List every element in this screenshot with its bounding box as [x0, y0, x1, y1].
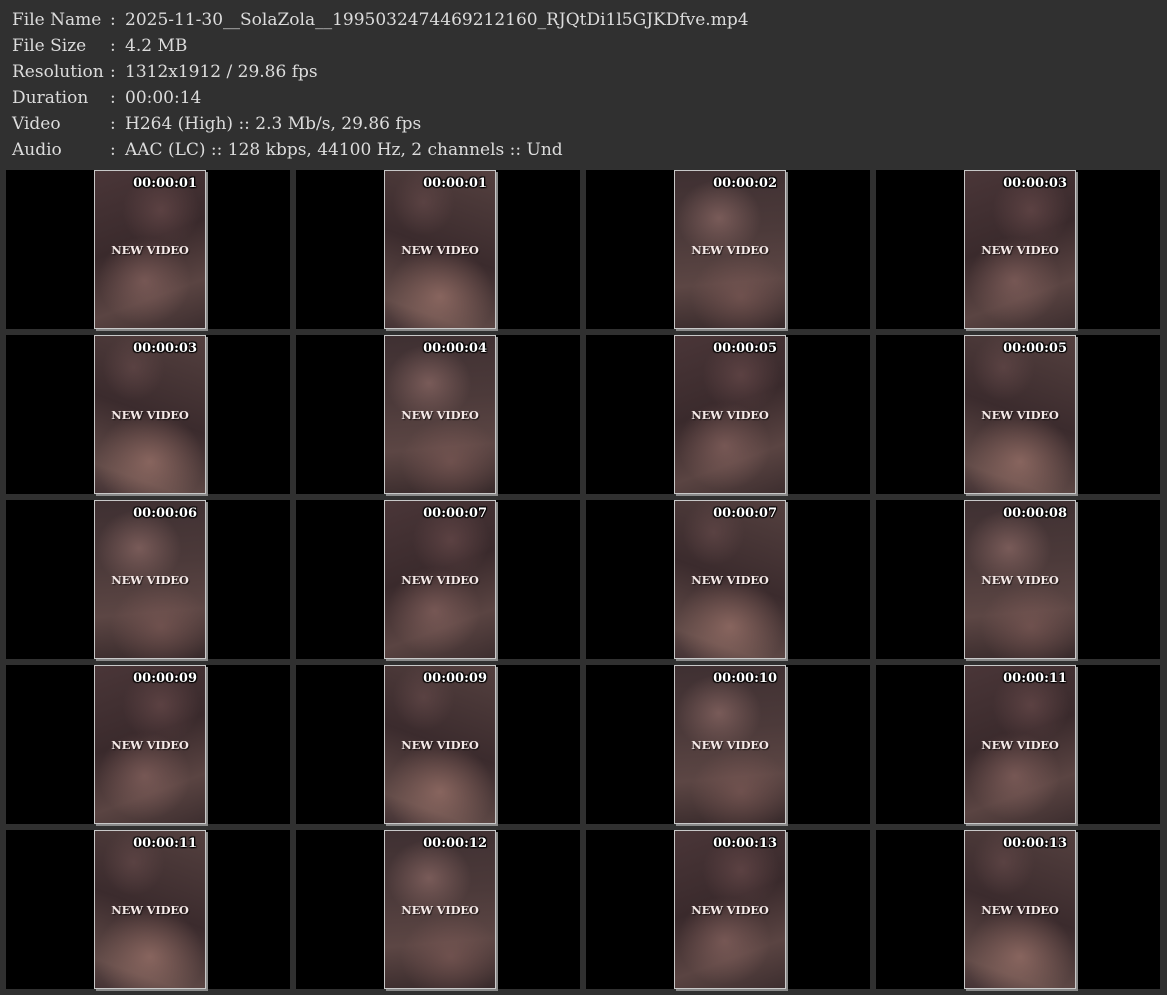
thumbnail-cell: 00:00:06 NEW VIDEO	[6, 500, 290, 659]
frame-timestamp: 00:00:11	[1003, 671, 1067, 686]
frame-timestamp: 00:00:10	[713, 671, 777, 686]
video-frame-thumbnail: 00:00:09 NEW VIDEO	[384, 665, 496, 824]
video-frame-thumbnail: 00:00:07 NEW VIDEO	[384, 500, 496, 659]
video-frame-thumbnail: 00:00:03 NEW VIDEO	[94, 335, 206, 494]
thumbnail-cell: 00:00:04 NEW VIDEO	[296, 335, 580, 494]
video-frame-thumbnail: 00:00:13 NEW VIDEO	[674, 830, 786, 989]
watermark-text: NEW VIDEO	[981, 243, 1059, 257]
thumbnail-cell: 00:00:09 NEW VIDEO	[296, 665, 580, 824]
video-frame-thumbnail: 00:00:04 NEW VIDEO	[384, 335, 496, 494]
thumbnail-cell: 00:00:03 NEW VIDEO	[876, 170, 1160, 329]
frame-timestamp: 00:00:07	[713, 506, 777, 521]
watermark-text: NEW VIDEO	[111, 243, 189, 257]
video-frame-thumbnail: 00:00:01 NEW VIDEO	[94, 170, 206, 329]
frame-timestamp: 00:00:08	[1003, 506, 1067, 521]
watermark-text: NEW VIDEO	[691, 573, 769, 587]
frame-timestamp: 00:00:09	[133, 671, 197, 686]
video-frame-thumbnail: 00:00:08 NEW VIDEO	[964, 500, 1076, 659]
video-frame-thumbnail: 00:00:05 NEW VIDEO	[964, 335, 1076, 494]
watermark-text: NEW VIDEO	[691, 243, 769, 257]
watermark-text: NEW VIDEO	[401, 738, 479, 752]
video-frame-thumbnail: 00:00:02 NEW VIDEO	[674, 170, 786, 329]
video-frame-thumbnail: 00:00:07 NEW VIDEO	[674, 500, 786, 659]
watermark-text: NEW VIDEO	[111, 903, 189, 917]
watermark-text: NEW VIDEO	[111, 573, 189, 587]
video-frame-thumbnail: 00:00:12 NEW VIDEO	[384, 830, 496, 989]
frame-timestamp: 00:00:13	[1003, 836, 1067, 851]
frame-timestamp: 00:00:13	[713, 836, 777, 851]
thumbnail-cell: 00:00:07 NEW VIDEO	[296, 500, 580, 659]
thumbnail-cell: 00:00:11 NEW VIDEO	[6, 830, 290, 989]
frame-timestamp: 00:00:04	[423, 341, 487, 356]
watermark-text: NEW VIDEO	[691, 903, 769, 917]
thumbnail-cell: 00:00:01 NEW VIDEO	[6, 170, 290, 329]
video-frame-thumbnail: 00:00:05 NEW VIDEO	[674, 335, 786, 494]
watermark-text: NEW VIDEO	[401, 903, 479, 917]
thumbnail-grid: 00:00:01 NEW VIDEO 00:00:01 NEW VIDEO 00:00:…	[0, 0, 1167, 995]
watermark-text: NEW VIDEO	[981, 738, 1059, 752]
thumbnail-cell: 00:00:12 NEW VIDEO	[296, 830, 580, 989]
frame-timestamp: 00:00:05	[713, 341, 777, 356]
thumbnail-cell: 00:00:13 NEW VIDEO	[876, 830, 1160, 989]
watermark-text: NEW VIDEO	[691, 408, 769, 422]
frame-timestamp: 00:00:01	[133, 176, 197, 191]
watermark-text: NEW VIDEO	[111, 408, 189, 422]
video-frame-thumbnail: 00:00:03 NEW VIDEO	[964, 170, 1076, 329]
thumbnail-cell: 00:00:09 NEW VIDEO	[6, 665, 290, 824]
frame-timestamp: 00:00:05	[1003, 341, 1067, 356]
thumbnail-cell: 00:00:05 NEW VIDEO	[876, 335, 1160, 494]
frame-timestamp: 00:00:07	[423, 506, 487, 521]
frame-timestamp: 00:00:03	[1003, 176, 1067, 191]
thumbnail-cell: 00:00:10 NEW VIDEO	[586, 665, 870, 824]
watermark-text: NEW VIDEO	[981, 573, 1059, 587]
watermark-text: NEW VIDEO	[981, 903, 1059, 917]
thumbnail-cell: 00:00:05 NEW VIDEO	[586, 335, 870, 494]
frame-timestamp: 00:00:09	[423, 671, 487, 686]
frame-timestamp: 00:00:01	[423, 176, 487, 191]
watermark-text: NEW VIDEO	[401, 573, 479, 587]
frame-timestamp: 00:00:11	[133, 836, 197, 851]
video-frame-thumbnail: 00:00:11 NEW VIDEO	[964, 665, 1076, 824]
thumbnail-cell: 00:00:13 NEW VIDEO	[586, 830, 870, 989]
frame-timestamp: 00:00:02	[713, 176, 777, 191]
watermark-text: NEW VIDEO	[981, 408, 1059, 422]
thumbnail-cell: 00:00:07 NEW VIDEO	[586, 500, 870, 659]
video-frame-thumbnail: 00:00:13 NEW VIDEO	[964, 830, 1076, 989]
thumbnail-cell: 00:00:03 NEW VIDEO	[6, 335, 290, 494]
thumbnail-cell: 00:00:02 NEW VIDEO	[586, 170, 870, 329]
watermark-text: NEW VIDEO	[111, 738, 189, 752]
video-frame-thumbnail: 00:00:11 NEW VIDEO	[94, 830, 206, 989]
watermark-text: NEW VIDEO	[401, 408, 479, 422]
video-frame-thumbnail: 00:00:10 NEW VIDEO	[674, 665, 786, 824]
watermark-text: NEW VIDEO	[691, 738, 769, 752]
video-frame-thumbnail: 00:00:06 NEW VIDEO	[94, 500, 206, 659]
frame-timestamp: 00:00:06	[133, 506, 197, 521]
thumbnail-cell: 00:00:08 NEW VIDEO	[876, 500, 1160, 659]
video-frame-thumbnail: 00:00:01 NEW VIDEO	[384, 170, 496, 329]
frame-timestamp: 00:00:03	[133, 341, 197, 356]
watermark-text: NEW VIDEO	[401, 243, 479, 257]
video-frame-thumbnail: 00:00:09 NEW VIDEO	[94, 665, 206, 824]
thumbnail-cell: 00:00:11 NEW VIDEO	[876, 665, 1160, 824]
frame-timestamp: 00:00:12	[423, 836, 487, 851]
thumbnail-cell: 00:00:01 NEW VIDEO	[296, 170, 580, 329]
